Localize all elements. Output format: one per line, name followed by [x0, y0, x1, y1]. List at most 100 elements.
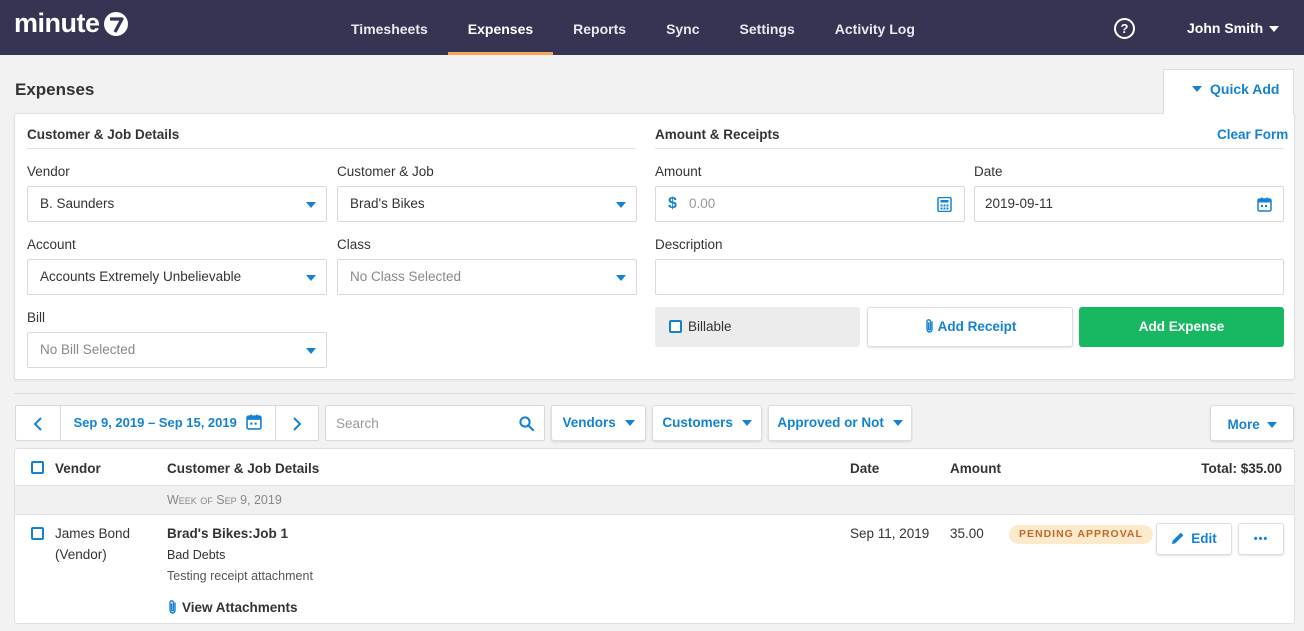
- calculator-icon[interactable]: [937, 197, 952, 212]
- nav-tab-expenses[interactable]: Expenses: [447, 0, 554, 55]
- bill-value: No Bill Selected: [40, 342, 136, 357]
- chevron-down-icon: [306, 348, 316, 354]
- amount-label: Amount: [655, 164, 702, 179]
- add-expense-button[interactable]: Add Expense: [1079, 307, 1284, 347]
- view-attachments-label: View Attachments: [182, 600, 298, 615]
- customers-filter-label: Customers: [662, 415, 733, 430]
- calendar-icon: [246, 414, 263, 430]
- search-icon[interactable]: [519, 416, 534, 431]
- column-header-amount[interactable]: Amount: [950, 461, 1001, 476]
- chevron-down-icon: [616, 275, 626, 281]
- bill-select[interactable]: No Bill Selected: [27, 332, 327, 368]
- nav-tab-timesheets[interactable]: Timesheets: [331, 0, 448, 55]
- customers-filter[interactable]: Customers: [652, 405, 762, 441]
- row-more-actions-button[interactable]: •••: [1238, 523, 1284, 555]
- chevron-down-icon: [306, 202, 316, 208]
- class-value: No Class Selected: [350, 269, 462, 284]
- billable-label: Billable: [688, 319, 732, 334]
- logo-seven-icon: [103, 11, 128, 36]
- date-field: [974, 186, 1284, 222]
- amount-field: $: [655, 186, 965, 222]
- billable-check[interactable]: [669, 320, 682, 333]
- row-date: Sep 11, 2019: [850, 526, 930, 541]
- row-account: Bad Debts: [167, 548, 226, 562]
- nav-tab-activity-log[interactable]: Activity Log: [815, 0, 935, 55]
- next-week-button[interactable]: [276, 406, 318, 440]
- app-logo[interactable]: minute: [14, 8, 130, 39]
- view-attachments-link[interactable]: View Attachments: [167, 600, 298, 615]
- section-divider: [27, 148, 636, 149]
- vendors-filter[interactable]: Vendors: [551, 405, 646, 441]
- select-all-checkbox[interactable]: [31, 461, 44, 474]
- logo-text: minute: [14, 8, 100, 38]
- quick-add-label: Quick Add: [1210, 81, 1280, 97]
- date-label: Date: [974, 164, 1003, 179]
- page-title: Expenses: [15, 80, 95, 99]
- row-job: Brad's Bikes:Job 1: [167, 526, 289, 541]
- date-range-button[interactable]: Sep 9, 2019 – Sep 15, 2019: [61, 406, 275, 440]
- expense-entry-form: Customer & Job Details Vendor B. Saunder…: [14, 113, 1295, 380]
- more-menu-button[interactable]: More: [1210, 405, 1294, 441]
- pencil-icon: [1172, 532, 1184, 544]
- customer-section-title: Customer & Job Details: [27, 127, 180, 142]
- add-receipt-label: Add Receipt: [937, 319, 1017, 334]
- chevron-down-icon: [616, 202, 626, 208]
- week-group-label: Week of Sep 9, 2019: [167, 493, 282, 507]
- vendors-filter-label: Vendors: [562, 415, 616, 430]
- chevron-down-icon: [1266, 422, 1277, 429]
- approval-filter[interactable]: Approved or Not: [768, 405, 912, 441]
- previous-week-button[interactable]: [16, 406, 60, 440]
- vendor-value: B. Saunders: [40, 196, 115, 211]
- nav-tab-settings[interactable]: Settings: [720, 0, 815, 55]
- nav-tab-sync[interactable]: Sync: [646, 0, 719, 55]
- user-menu[interactable]: John Smith: [1187, 20, 1280, 36]
- class-select[interactable]: No Class Selected: [337, 259, 637, 295]
- amount-input[interactable]: [689, 196, 889, 211]
- account-value: Accounts Extremely Unbelievable: [40, 269, 242, 284]
- row-checkbox[interactable]: [31, 527, 44, 540]
- description-input[interactable]: [655, 259, 1284, 295]
- bill-label: Bill: [27, 310, 46, 325]
- chevron-down-icon: [1269, 26, 1280, 33]
- user-name: John Smith: [1187, 20, 1264, 36]
- column-header-date[interactable]: Date: [850, 461, 879, 476]
- section-divider: [655, 148, 1284, 149]
- row-amount: 35.00: [950, 526, 984, 541]
- amount-section-title: Amount & Receipts: [655, 127, 780, 142]
- quick-add-toggle[interactable]: Quick Add: [1163, 69, 1294, 114]
- more-label: More: [1227, 417, 1260, 432]
- chevron-down-icon: [892, 420, 903, 427]
- date-input[interactable]: [985, 196, 1185, 211]
- customer-job-label: Customer & Job: [337, 164, 434, 179]
- row-vendor-name: James Bond: [55, 526, 131, 541]
- week-group-header: Week of Sep 9, 2019: [15, 485, 1294, 515]
- add-receipt-button[interactable]: Add Receipt: [867, 307, 1073, 347]
- column-header-details[interactable]: Customer & Job Details: [167, 461, 319, 476]
- chevron-down-icon: [741, 420, 752, 427]
- class-label: Class: [337, 237, 371, 252]
- currency-symbol: $: [668, 195, 677, 212]
- nav-tab-reports[interactable]: Reports: [553, 0, 646, 55]
- billable-checkbox[interactable]: Billable: [655, 307, 860, 347]
- calendar-icon[interactable]: [1257, 197, 1272, 212]
- customer-job-select[interactable]: Brad's Bikes: [337, 186, 637, 222]
- search-input[interactable]: [336, 416, 506, 431]
- account-select[interactable]: Accounts Extremely Unbelievable: [27, 259, 327, 295]
- approval-filter-label: Approved or Not: [777, 415, 884, 430]
- date-range-picker: Sep 9, 2019 – Sep 15, 2019: [15, 405, 319, 441]
- ellipsis-icon: •••: [1253, 533, 1269, 545]
- clear-form-link[interactable]: Clear Form: [1217, 127, 1288, 142]
- help-icon[interactable]: ?: [1114, 18, 1135, 39]
- description-label: Description: [655, 237, 723, 252]
- date-range-label: Sep 9, 2019 – Sep 15, 2019: [73, 415, 237, 430]
- account-label: Account: [27, 237, 76, 252]
- top-navigation-bar: minute Timesheets Expenses Reports Sync …: [0, 0, 1304, 55]
- column-header-vendor[interactable]: Vendor: [55, 461, 101, 476]
- chevron-right-icon: [293, 416, 302, 431]
- customer-job-value: Brad's Bikes: [350, 196, 425, 211]
- table-total: Total: $35.00: [1201, 461, 1282, 476]
- vendor-select[interactable]: B. Saunders: [27, 186, 327, 222]
- edit-button[interactable]: Edit: [1156, 523, 1232, 555]
- chevron-down-icon: [624, 420, 635, 427]
- edit-label: Edit: [1191, 531, 1217, 546]
